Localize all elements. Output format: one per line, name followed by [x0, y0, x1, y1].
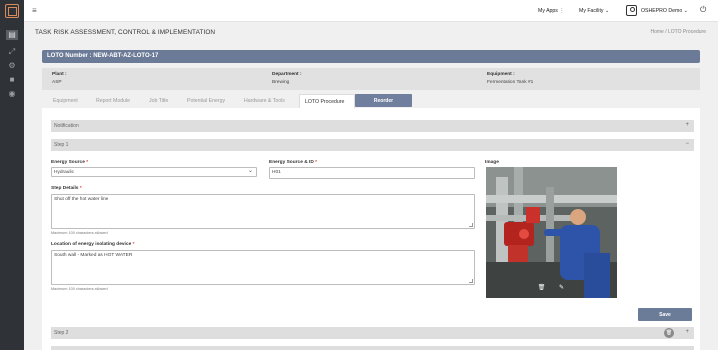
info-band: Plant : ASP Department : Brewing Equipme…	[42, 68, 700, 90]
step-details-textarea[interactable]: Shut off the hot water line	[51, 194, 475, 229]
tab-report-module[interactable]: Report Module	[96, 94, 130, 108]
equipment-photo: 🗑 ✎	[486, 167, 617, 298]
expand-icon[interactable]: ⤢	[7, 47, 17, 57]
equipment-value: Fermentation Tank #1	[487, 80, 534, 85]
department-label: Department :	[272, 72, 302, 77]
location-hint: Maximum 100 characters allowed	[51, 287, 108, 291]
settings-circle-icon[interactable]: ◉	[7, 89, 17, 99]
top-bar: ≡ My Apps ⋮ My Facility ⌄ OSHEPRO Demo ⌄…	[24, 0, 718, 22]
breadcrumb-separator: /	[665, 29, 667, 35]
energy-source-label: Energy Source *	[51, 160, 89, 165]
save-button[interactable]: Save	[638, 308, 692, 321]
loto-number-header: LOTO Number : NEW-ABT-AZ-LOTO-17	[42, 50, 700, 63]
breadcrumb-home[interactable]: Home	[651, 29, 664, 35]
tab-bar: Equipment Report Module Job Title Potent…	[42, 94, 700, 108]
equipment-label: Equipment :	[487, 72, 515, 77]
location-textarea[interactable]: South wall - Marked as HOT WATER	[51, 250, 475, 285]
dashboard-icon[interactable]: ▤	[6, 30, 18, 40]
my-apps-menu[interactable]: My Apps ⋮	[538, 8, 565, 14]
tab-loto-procedure[interactable]: LOTO Procedure	[299, 94, 355, 108]
energy-id-label: Energy Source & ID *	[269, 160, 318, 165]
gear-icon[interactable]: ⚙	[7, 61, 17, 71]
breadcrumb-current: LOTO Procedure	[668, 29, 706, 35]
tab-equipment[interactable]: Equipment	[53, 94, 78, 108]
my-facility-menu[interactable]: My Facility ⌄	[579, 8, 609, 14]
department-info: Department : Brewing	[272, 72, 302, 85]
image-label: Image	[485, 160, 499, 165]
equipment-info: Equipment : Fermentation Tank #1	[487, 72, 533, 85]
step-2-accordion[interactable]: Step 2 🗑 +	[51, 327, 694, 339]
department-value: Brewing	[272, 80, 290, 85]
tab-job-title[interactable]: Job Title	[149, 94, 168, 108]
collapse-icon[interactable]: −	[685, 141, 689, 147]
notification-accordion[interactable]: Notification +	[51, 120, 694, 132]
notification-label: Notification	[54, 123, 79, 129]
power-icon[interactable]: ⏻	[700, 5, 706, 15]
step-details-label: Step Details *	[51, 186, 82, 191]
expand-icon[interactable]: +	[685, 122, 689, 128]
tab-hardware-tools[interactable]: Hardware & Tools	[244, 94, 285, 108]
plant-info: Plant : ASP	[52, 72, 67, 85]
user-avatar-icon[interactable]	[626, 5, 637, 16]
expand-icon[interactable]: +	[685, 329, 689, 335]
step-1-accordion[interactable]: Step 1 −	[51, 139, 694, 151]
energy-id-input[interactable]: H01	[269, 167, 475, 179]
hamburger-menu-icon[interactable]: ≡	[32, 6, 37, 15]
location-label: Location of energy isolating device *	[51, 242, 135, 247]
resize-handle-icon[interactable]	[469, 279, 473, 283]
plant-label: Plant :	[52, 72, 67, 77]
resize-handle-icon[interactable]	[469, 223, 473, 227]
page-title: TASK RISK ASSESSMENT, CONTROL & IMPLEMEN…	[35, 29, 216, 36]
delete-image-icon[interactable]: 🗑	[537, 284, 546, 293]
user-menu[interactable]: OSHEPRO Demo ⌄	[641, 8, 688, 14]
reorder-button[interactable]: Reorder	[355, 94, 412, 107]
step-1-label: Step 1	[54, 142, 69, 148]
lock-icon[interactable]: ■	[7, 75, 17, 85]
step-details-hint: Maximum 100 characters allowed	[51, 231, 108, 235]
next-step-accordion[interactable]	[51, 346, 694, 350]
trash-icon[interactable]: 🗑	[664, 328, 674, 338]
edit-image-icon[interactable]: ✎	[557, 284, 566, 293]
step-2-label: Step 2	[54, 330, 69, 336]
plant-value: ASP	[52, 80, 62, 85]
main-panel: Notification + Step 1 − Energy Source * …	[42, 108, 700, 350]
app-logo[interactable]	[5, 4, 19, 18]
energy-source-select[interactable]: Hydraulic	[51, 167, 257, 177]
tab-potential-energy[interactable]: Potential Energy	[187, 94, 225, 108]
sidebar: ▤ ⤢ ⚙ ■ ◉	[0, 0, 24, 350]
breadcrumb: Home / LOTO Procedure	[651, 29, 707, 35]
